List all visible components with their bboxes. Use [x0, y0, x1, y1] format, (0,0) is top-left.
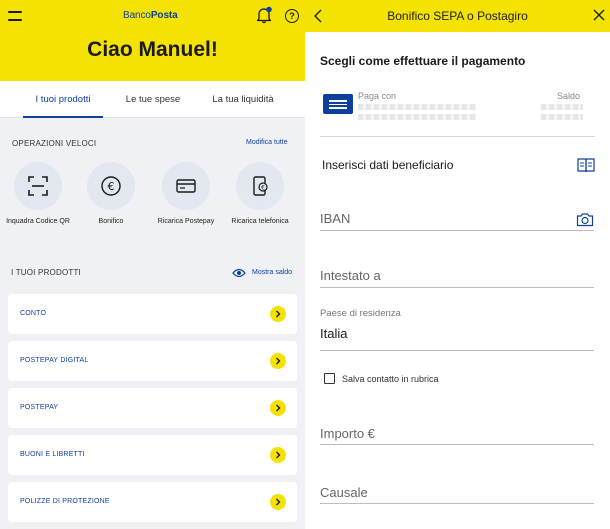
page-title: Bonifico SEPA o Postagiro: [387, 9, 528, 23]
chevron-right-icon: [270, 353, 286, 369]
edit-all-link[interactable]: Modifica tutte: [246, 139, 288, 146]
product-item-postepay[interactable]: POSTEPAY: [8, 388, 297, 428]
home-tabs: I tuoi prodotti Le tue spese La tua liqu…: [0, 81, 305, 118]
product-label: POSTEPAY: [20, 404, 59, 411]
holder-placeholder: Intestato a: [320, 268, 381, 283]
product-item-postepay-digital[interactable]: POSTEPAY DIGITAL: [8, 341, 297, 381]
chevron-right-icon: [270, 494, 286, 510]
address-book-icon[interactable]: [577, 157, 595, 173]
svg-text:€: €: [108, 180, 115, 193]
product-label: CONTO: [20, 310, 47, 317]
masked-account-number: [358, 114, 476, 120]
svg-text:€: €: [261, 185, 265, 192]
amount-placeholder: Importo €: [320, 426, 375, 441]
chevron-right-icon: [270, 306, 286, 322]
country-field[interactable]: Paese di residenza Italia: [320, 308, 594, 351]
chevron-right-icon: [270, 400, 286, 416]
product-label: POLIZZE DI PROTEZIONE: [20, 498, 110, 505]
quick-op-qr[interactable]: Inquadra Codice QR: [0, 162, 76, 227]
home-header: BancoPosta ? Ciao Manuel!: [0, 0, 305, 81]
transfer-panel: Bonifico SEPA o Postagiro Scegli come ef…: [305, 0, 610, 529]
save-contact-label: Salva contatto in rubrica: [342, 374, 439, 384]
quick-op-label: Ricarica Postepay: [157, 218, 215, 225]
phone-topup-icon: €: [253, 176, 268, 196]
product-label: POSTEPAY DIGITAL: [20, 357, 89, 364]
payment-card-icon[interactable]: [323, 94, 353, 114]
card-icon: [176, 179, 196, 193]
product-label: BUONI E LIBRETTI: [20, 451, 85, 458]
reason-placeholder: Causale: [320, 485, 368, 500]
help-icon[interactable]: ?: [285, 9, 299, 23]
show-balance-link[interactable]: Mostra saldo: [252, 269, 292, 276]
masked-account-number: [358, 104, 476, 110]
payment-method-title: Scegli come effettuare il pagamento: [320, 54, 526, 68]
eye-icon[interactable]: [232, 267, 246, 279]
quick-op-label: Bonifico: [98, 218, 124, 225]
country-label: Paese di residenza: [320, 308, 401, 319]
tab-products[interactable]: I tuoi prodotti: [23, 81, 103, 118]
divider: [320, 136, 595, 137]
menu-icon[interactable]: [8, 11, 22, 21]
close-icon[interactable]: [593, 9, 605, 21]
quick-ops-title: OPERAZIONI VELOCI: [12, 139, 97, 148]
notification-bell-icon[interactable]: [255, 6, 273, 24]
quick-op-postepay-topup[interactable]: Ricarica Postepay: [148, 162, 224, 227]
products-title: I TUOI PRODOTTI: [11, 268, 81, 277]
bancoposta-logo: BancoPosta: [123, 10, 178, 21]
masked-balance: [541, 104, 583, 110]
iban-placeholder: IBAN: [320, 211, 351, 226]
greeting: Ciao Manuel!: [87, 38, 218, 61]
save-contact-checkbox[interactable]: [324, 373, 335, 384]
product-item-polizze[interactable]: POLIZZE DI PROTEZIONE: [8, 482, 297, 522]
iban-field[interactable]: IBAN: [320, 211, 594, 231]
holder-field[interactable]: Intestato a: [320, 268, 594, 288]
tab-expenses[interactable]: Le tue spese: [117, 81, 189, 118]
quick-op-phone-topup[interactable]: € Ricarica telefonica: [222, 162, 298, 227]
product-item-conto[interactable]: CONTO: [8, 294, 297, 334]
masked-balance: [541, 114, 583, 120]
transfer-header: Bonifico SEPA o Postagiro: [305, 0, 610, 32]
home-panel: BancoPosta ? Ciao Manuel! I tuoi prodott…: [0, 0, 305, 529]
quick-op-label: Ricarica telefonica: [231, 218, 289, 225]
pay-with-label: Paga con: [358, 91, 397, 101]
back-arrow-icon[interactable]: [313, 9, 323, 23]
quick-op-label: Inquadra Codice QR: [6, 218, 70, 225]
chevron-right-icon: [270, 447, 286, 463]
product-item-buoni-libretti[interactable]: BUONI E LIBRETTI: [8, 435, 297, 475]
balance-label: Saldo: [557, 91, 581, 101]
quick-op-transfer[interactable]: € Bonifico: [73, 162, 149, 227]
reason-field[interactable]: Causale: [320, 485, 594, 504]
qr-scan-icon: [28, 176, 48, 196]
amount-field[interactable]: Importo €: [320, 426, 594, 445]
country-value: Italia: [320, 326, 348, 341]
camera-icon[interactable]: [576, 212, 594, 227]
euro-icon: €: [101, 176, 121, 196]
beneficiary-title: Inserisci dati beneficiario: [322, 158, 454, 172]
tab-liquidity[interactable]: La tua liquidità: [202, 81, 284, 118]
